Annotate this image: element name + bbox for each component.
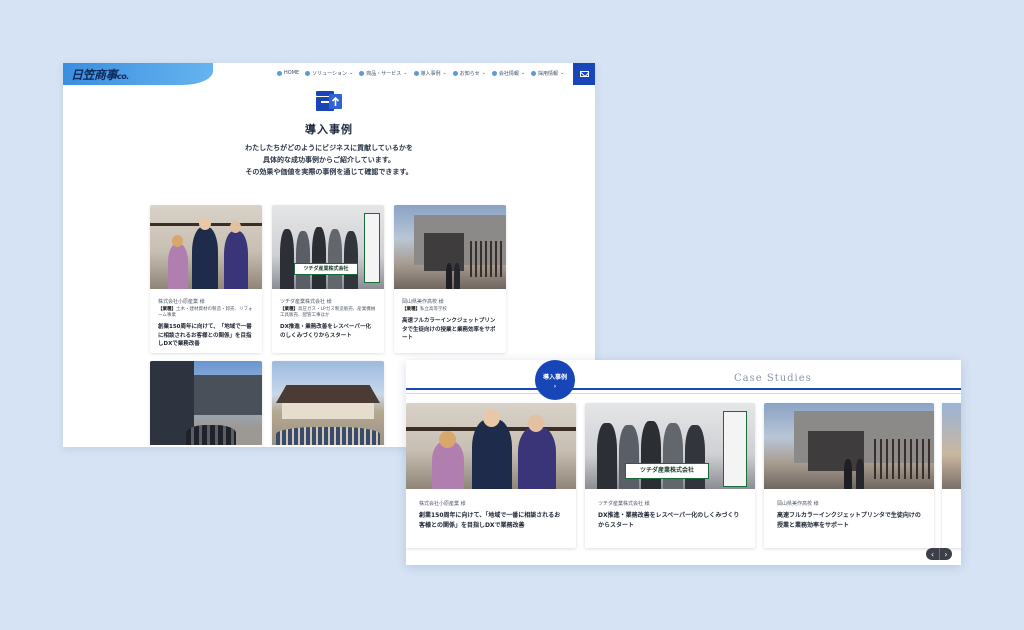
site-logo[interactable]: 日笠商事co. bbox=[71, 66, 129, 83]
intro-line: 具体的な成功事例からご紹介しています。 bbox=[262, 156, 396, 164]
case-photo bbox=[150, 205, 262, 289]
company-name: 岡山県美作高校 様 bbox=[402, 299, 444, 305]
chevron-down-icon: ⌄ bbox=[442, 70, 447, 76]
building-icon bbox=[491, 70, 497, 76]
intro-line: わたしたちがどのようにビジネスに貢献しているかを bbox=[245, 144, 413, 152]
main-nav: HOME ソリューション ⌄ 商品・サービス ⌄ 導入事例 ⌄ お知らせ ⌄ 会社情報 ⌄… bbox=[277, 67, 564, 79]
chevron-down-icon: ⌄ bbox=[349, 70, 354, 76]
case-headline: 創業150周年に向けて、「地域で一番に相談されるお客様との関係」を目指しDXで業… bbox=[419, 512, 561, 529]
slider-card-tsuchida[interactable]: ツチダ産業株式会社 ツチダ産業株式会社 様 DX推進・業務改善をレスペーパー化の… bbox=[585, 403, 755, 548]
header: 日笠商事co. HOME ソリューション ⌄ 商品・サービス ⌄ 導入事例 ⌄ お知ら… bbox=[63, 63, 595, 87]
chevron-down-icon: ⌄ bbox=[403, 70, 408, 76]
case-card-row2-2[interactable] bbox=[272, 361, 384, 447]
nav-label: 商品・サービス bbox=[366, 70, 402, 77]
industry: 【業種】土木・建材資材の製造・卸売、リフォーム事業 bbox=[158, 307, 254, 319]
section-title: Case Studies bbox=[734, 373, 812, 384]
case-card-obara[interactable]: 株式会社小原産業 様 【業種】土木・建材資材の製造・卸売、リフォーム事業 創業1… bbox=[150, 205, 262, 353]
industry-label: 【業種】 bbox=[402, 307, 420, 312]
contact-button[interactable] bbox=[573, 63, 595, 85]
nav-item-home[interactable]: HOME bbox=[277, 67, 299, 79]
next-button[interactable]: › bbox=[939, 548, 952, 560]
case-headline: 高速フルカラーインクジェットプリンタで生徒向けの授業と業務効率をサポート bbox=[777, 512, 921, 529]
industry-label: 【業種】 bbox=[158, 307, 176, 312]
box-icon bbox=[359, 70, 365, 76]
person-icon bbox=[531, 70, 537, 76]
slider-card-mimasaka[interactable]: 岡山県美作高校 様 高速フルカラーインクジェットプリンタで生徒向けの授業と業務効… bbox=[764, 403, 934, 548]
intro-line: その効果や価値を実際の事例を通じて確認できます。 bbox=[245, 168, 413, 176]
logo-text: 日笠商事 bbox=[71, 68, 118, 82]
info-icon bbox=[452, 70, 458, 76]
chevron-right-icon: › bbox=[553, 383, 557, 390]
nav-item-recruit[interactable]: 採用情報 ⌄ bbox=[531, 67, 564, 79]
section-divider bbox=[406, 388, 961, 390]
case-headline: 高速フルカラーインクジェットプリンタで生徒向けの授業と業務効率をサポート bbox=[402, 318, 496, 341]
company-name: 岡山県美作高校 様 bbox=[777, 501, 819, 507]
case-photo bbox=[394, 205, 506, 289]
case-card-tsuchida[interactable]: ツチダ産業株式会社 ツチダ産業株式会社 様 【業種】高圧ガス・LPガス製造販売、… bbox=[272, 205, 384, 353]
industry-label: 【業種】 bbox=[280, 307, 298, 312]
company-name: ツチダ産業株式会社 様 bbox=[598, 501, 650, 507]
prev-button[interactable]: ‹ bbox=[926, 548, 939, 560]
industry-value: 私立高等学校 bbox=[420, 307, 447, 312]
case-photo bbox=[150, 361, 262, 445]
company-name: 株式会社小原産業 様 bbox=[158, 299, 205, 305]
badge-label: 導入事例 bbox=[542, 374, 567, 381]
case-photo: ツチダ産業株式会社 bbox=[272, 205, 384, 289]
company-name: ツチダ産業株式会社 様 bbox=[280, 299, 332, 305]
slider-card-obara[interactable]: 株式会社小原産業 様 創業150周年に向けて、「地域で一番に相談されるお客様との… bbox=[406, 403, 576, 548]
case-headline: DX推進・業務改善をレスペーパー化のしくみづくりからスタート bbox=[280, 324, 371, 339]
nav-label: HOME bbox=[284, 70, 300, 76]
nav-item-solution[interactable]: ソリューション ⌄ bbox=[305, 67, 353, 79]
photo-banner-text: ツチダ産業株式会社 bbox=[294, 263, 358, 275]
company-name: 株式会社小原産業 様 bbox=[419, 501, 466, 507]
case-study-icon bbox=[316, 91, 342, 111]
nav-label: 会社情報 bbox=[498, 70, 519, 77]
case-photo: ツチダ産業株式会社 bbox=[585, 403, 755, 489]
nav-item-products[interactable]: 商品・サービス ⌄ bbox=[359, 67, 408, 79]
case-photo bbox=[406, 403, 576, 489]
case-photo bbox=[942, 403, 961, 489]
section-divider-thin bbox=[406, 393, 961, 394]
logo-suffix: co. bbox=[117, 72, 129, 81]
nav-label: お知らせ bbox=[459, 70, 480, 77]
chevron-down-icon: ⌄ bbox=[520, 70, 526, 76]
case-photo bbox=[764, 403, 934, 489]
mail-icon bbox=[579, 71, 589, 77]
search-icon bbox=[305, 70, 311, 76]
industry: 【業種】高圧ガス・LPガス製造販売、産業機械工具販売、配管工事ほか bbox=[280, 307, 376, 319]
chevron-down-icon: ⌄ bbox=[481, 70, 486, 76]
case-icon bbox=[413, 70, 419, 76]
website-window-front: 導入事例 › Case Studies 株式会社小原産業 様 創業150周年に向… bbox=[406, 360, 961, 565]
photo-banner-text: ツチダ産業株式会社 bbox=[625, 463, 709, 479]
nav-label: 導入事例 bbox=[420, 70, 441, 77]
case-photo bbox=[272, 361, 384, 445]
case-card-row2-1[interactable] bbox=[150, 361, 262, 447]
case-card-mimasaka[interactable]: 岡山県美作高校 様 【業種】私立高等学校 高速フルカラーインクジェットプリンタで… bbox=[394, 205, 506, 353]
nav-item-cases[interactable]: 導入事例 ⌄ bbox=[413, 67, 447, 79]
home-icon bbox=[277, 70, 282, 76]
slider-card-next[interactable] bbox=[942, 403, 961, 548]
nav-label: ソリューション bbox=[312, 70, 348, 77]
page-title: 導入事例 bbox=[305, 123, 353, 136]
nav-label: 採用情報 bbox=[538, 70, 559, 77]
case-headline: DX推進・業務改善をレスペーパー化のしくみづくりからスタート bbox=[598, 512, 740, 529]
industry: 【業種】私立高等学校 bbox=[402, 307, 498, 313]
intro-text: わたしたちがどのようにビジネスに貢献しているかを 具体的な成功事例からご紹介して… bbox=[63, 142, 595, 178]
case-headline: 創業150周年に向けて、「地域で一番に相談されるお客様との関係」を目指しDXで業… bbox=[158, 324, 252, 347]
case-studies-badge[interactable]: 導入事例 › bbox=[535, 360, 575, 400]
slider-controls: ‹ › bbox=[926, 548, 952, 560]
chevron-down-icon: ⌄ bbox=[560, 70, 565, 76]
nav-item-news[interactable]: お知らせ ⌄ bbox=[452, 67, 486, 79]
nav-item-company[interactable]: 会社情報 ⌄ bbox=[491, 67, 526, 79]
